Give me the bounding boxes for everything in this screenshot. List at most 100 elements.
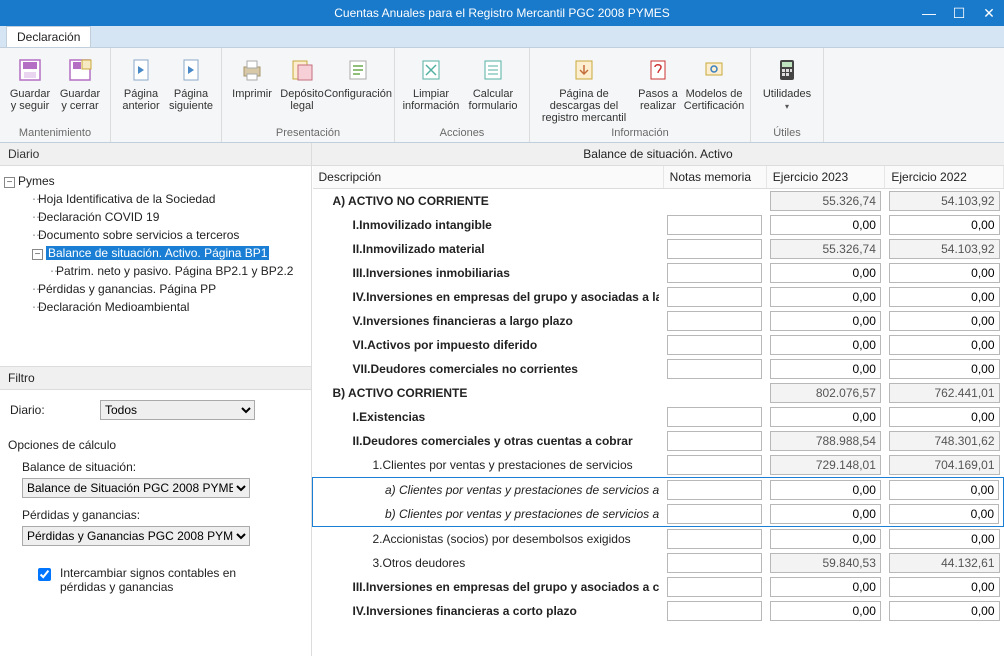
ej2023-input[interactable]	[770, 263, 881, 283]
page-prev-icon	[127, 56, 155, 84]
notas-input[interactable]	[667, 239, 762, 259]
table-row: a) Clientes por ventas y prestaciones de…	[313, 478, 1004, 503]
notas-input[interactable]	[667, 455, 762, 475]
calcular-formulario-button[interactable]: Calcular formulario	[463, 52, 523, 112]
ej2023-input[interactable]	[770, 287, 881, 307]
pagina-siguiente-button[interactable]: Página siguiente	[167, 52, 215, 112]
collapse-icon[interactable]: −	[32, 249, 43, 260]
tree-diario[interactable]: −Pymes ⋯Hoja Identificativa de la Socied…	[0, 166, 311, 366]
notas-input[interactable]	[667, 577, 762, 597]
minimize-button[interactable]: —	[914, 0, 944, 26]
notas-input[interactable]	[667, 215, 762, 235]
table-row: I.Inmovilizado intangible	[313, 213, 1004, 237]
notas-input[interactable]	[667, 287, 762, 307]
guardar-cerrar-button[interactable]: Guardar y cerrar	[56, 52, 104, 112]
ej2022-input[interactable]	[889, 504, 999, 524]
ej2023-input[interactable]	[770, 504, 881, 524]
tree-item[interactable]: ⋯Patrim. neto y pasivo. Página BP2.1 y B…	[4, 262, 307, 280]
notas-input[interactable]	[667, 311, 762, 331]
ej2022-input[interactable]	[889, 263, 1000, 283]
ej2023-input[interactable]	[770, 407, 881, 427]
chk-intercambiar-signos[interactable]	[38, 568, 51, 581]
ej2023-input[interactable]	[770, 311, 881, 331]
ej2022-input[interactable]	[889, 359, 1000, 379]
tree-item[interactable]: ⋯Documento sobre servicios a terceros	[4, 226, 307, 244]
ej2022-input[interactable]	[889, 335, 1000, 355]
ej2023-input[interactable]	[770, 215, 881, 235]
maximize-button[interactable]: ☐	[944, 0, 974, 26]
notas-input[interactable]	[667, 335, 762, 355]
perdidas-select[interactable]: Pérdidas y Ganancias PGC 2008 PYMES	[22, 526, 250, 546]
ej2022-input[interactable]	[889, 480, 999, 500]
ej2022-input[interactable]	[889, 529, 1000, 549]
tree-root[interactable]: −Pymes	[4, 172, 307, 190]
configuracion-button[interactable]: Configuración	[328, 52, 388, 100]
ej2023-input[interactable]	[770, 480, 881, 500]
tab-declaracion[interactable]: Declaración	[6, 26, 91, 47]
notas-input[interactable]	[667, 407, 762, 427]
notas-input[interactable]	[667, 359, 762, 379]
ej2022-input[interactable]	[889, 577, 1000, 597]
balance-select[interactable]: Balance de Situación PGC 2008 PYMES	[22, 478, 250, 498]
row-desc: b) Clientes por ventas y prestaciones de…	[317, 507, 659, 521]
download-page-icon	[570, 56, 598, 84]
row-desc: I.Inmovilizado intangible	[317, 218, 660, 232]
collapse-icon[interactable]: −	[4, 177, 15, 188]
limpiar-informacion-button[interactable]: Limpiar información	[401, 52, 461, 112]
notas-input[interactable]	[667, 601, 762, 621]
save-continue-icon	[16, 56, 44, 84]
opciones-body: Balance de situación: Balance de Situaci…	[0, 454, 311, 552]
table-row: B) ACTIVO CORRIENTE	[313, 381, 1004, 405]
ej2022-input	[889, 431, 1000, 451]
printer-icon	[238, 56, 266, 84]
deposito-legal-button[interactable]: Depósito legal	[278, 52, 326, 112]
tree-item[interactable]: ⋯Hoja Identificativa de la Sociedad	[4, 190, 307, 208]
pasos-realizar-button[interactable]: Pasos a realizar	[634, 52, 682, 112]
ej2023-input[interactable]	[770, 577, 881, 597]
notas-input[interactable]	[667, 504, 762, 524]
ej2023-input[interactable]	[770, 529, 881, 549]
utilidades-button[interactable]: Utilidades▾	[757, 52, 817, 113]
grid-scroll[interactable]: Descripción Notas memoria Ejercicio 2023…	[312, 166, 1004, 656]
pg-label: Pérdidas y ganancias:	[22, 508, 301, 522]
ej2022-input[interactable]	[889, 407, 1000, 427]
row-desc: 1.Clientes por ventas y prestaciones de …	[317, 458, 660, 472]
descargas-registro-button[interactable]: Página de descargas del registro mercant…	[536, 52, 632, 124]
row-desc: II.Deudores comerciales y otras cuentas …	[317, 434, 660, 448]
ej2022-input[interactable]	[889, 215, 1000, 235]
tree-item-selected[interactable]: −Balance de situación. Activo. Página BP…	[4, 244, 307, 262]
window-controls: — ☐ ✕	[914, 0, 1004, 26]
tree-item[interactable]: ⋯Pérdidas y ganancias. Página PP	[4, 280, 307, 298]
col-ej2023[interactable]: Ejercicio 2023	[766, 166, 885, 189]
filtro-header: Filtro	[0, 366, 311, 390]
row-desc: 3.Otros deudores	[317, 556, 660, 570]
notas-input[interactable]	[667, 431, 762, 451]
row-desc: III.Inversiones inmobiliarias	[317, 266, 660, 280]
modelos-certificacion-button[interactable]: Modelos de Certificación	[684, 52, 744, 112]
row-desc: II.Inmovilizado material	[317, 242, 660, 256]
ej2022-input[interactable]	[889, 287, 1000, 307]
ribbon-label: Modelos de Certificación	[684, 88, 745, 112]
pagina-anterior-button[interactable]: Página anterior	[117, 52, 165, 112]
ej2023-input[interactable]	[770, 335, 881, 355]
tree-item[interactable]: ⋯Declaración COVID 19	[4, 208, 307, 226]
guardar-seguir-button[interactable]: Guardar y seguir	[6, 52, 54, 112]
ej2023-input	[770, 191, 881, 211]
ej2023-input[interactable]	[770, 359, 881, 379]
ej2022-input[interactable]	[889, 311, 1000, 331]
imprimir-button[interactable]: Imprimir	[228, 52, 276, 100]
notas-input[interactable]	[667, 553, 762, 573]
notas-input[interactable]	[667, 263, 762, 283]
col-descripcion[interactable]: Descripción	[313, 166, 664, 189]
ej2022-input[interactable]	[889, 601, 1000, 621]
col-notas[interactable]: Notas memoria	[663, 166, 766, 189]
close-button[interactable]: ✕	[974, 0, 1004, 26]
notas-input[interactable]	[667, 480, 762, 500]
ej2023-input[interactable]	[770, 601, 881, 621]
page-next-icon	[177, 56, 205, 84]
diario-select[interactable]: Todos	[100, 400, 255, 420]
tree-item[interactable]: ⋯Declaración Medioambiental	[4, 298, 307, 316]
ribbon-label: Guardar y cerrar	[56, 88, 104, 112]
col-ej2022[interactable]: Ejercicio 2022	[885, 166, 1004, 189]
notas-input[interactable]	[667, 529, 762, 549]
